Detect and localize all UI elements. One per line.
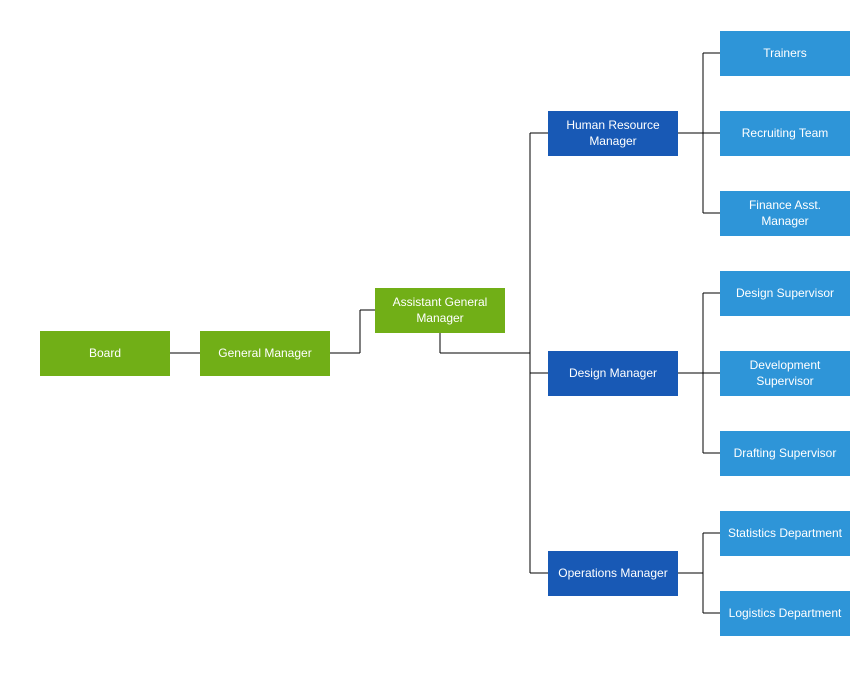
node-label: Drafting Supervisor (734, 446, 837, 462)
node-label: Finance Asst. Manager (726, 198, 844, 229)
node-assistant-general-manager[interactable]: Assistant General Manager (375, 288, 505, 333)
node-trainers[interactable]: Trainers (720, 31, 850, 76)
node-label: Operations Manager (558, 566, 667, 582)
node-label: Trainers (763, 46, 807, 62)
node-logistics-department[interactable]: Logistics Department (720, 591, 850, 636)
node-label: Board (89, 346, 121, 362)
node-design-supervisor[interactable]: Design Supervisor (720, 271, 850, 316)
node-operations-manager[interactable]: Operations Manager (548, 551, 678, 596)
node-label: Design Manager (569, 366, 657, 382)
node-label: Human Resource Manager (554, 118, 672, 149)
node-label: Development Supervisor (726, 358, 844, 389)
node-development-supervisor[interactable]: Development Supervisor (720, 351, 850, 396)
node-label: Recruiting Team (742, 126, 828, 142)
node-general-manager[interactable]: General Manager (200, 331, 330, 376)
node-statistics-department[interactable]: Statistics Department (720, 511, 850, 556)
node-finance-asst-manager[interactable]: Finance Asst. Manager (720, 191, 850, 236)
node-label: Logistics Department (729, 606, 842, 622)
node-label: Design Supervisor (736, 286, 834, 302)
node-label: Statistics Department (728, 526, 842, 542)
node-label: General Manager (218, 346, 311, 362)
node-drafting-supervisor[interactable]: Drafting Supervisor (720, 431, 850, 476)
node-board[interactable]: Board (40, 331, 170, 376)
node-design-manager[interactable]: Design Manager (548, 351, 678, 396)
node-hr-manager[interactable]: Human Resource Manager (548, 111, 678, 156)
node-label: Assistant General Manager (381, 295, 499, 326)
node-recruiting-team[interactable]: Recruiting Team (720, 111, 850, 156)
